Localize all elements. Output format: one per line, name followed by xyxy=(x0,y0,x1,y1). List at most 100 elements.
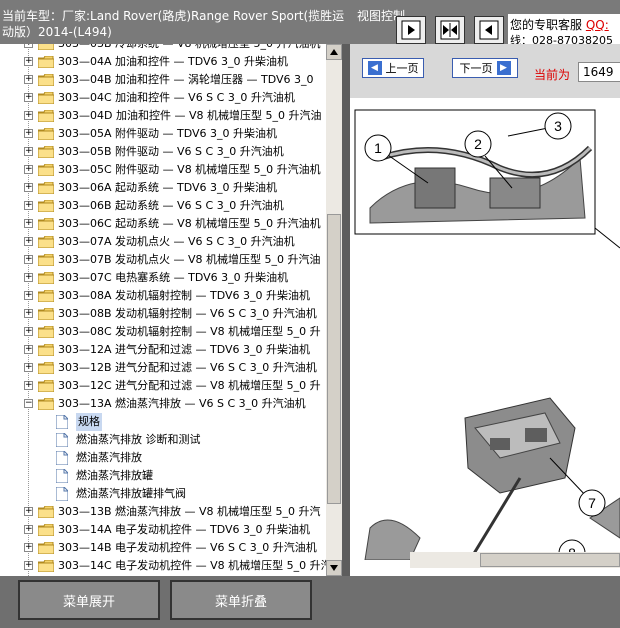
tree-folder-item[interactable]: +303—07A 发动机点火 — V6 S C 3_0 升汽油机 xyxy=(0,233,326,251)
expand-icon[interactable]: + xyxy=(24,309,33,318)
tree-folder-item[interactable]: +303—08C 发动机辐射控制 — V8 机械增压型 5_0 升 xyxy=(0,323,326,341)
expand-icon[interactable]: + xyxy=(24,255,33,264)
tree-item-label: 303—14A 电子发动机控件 — TDV6 3_0 升柴油机 xyxy=(58,523,311,536)
expand-icon[interactable]: + xyxy=(24,111,33,120)
expand-icon[interactable]: + xyxy=(24,165,33,174)
tree-doc-item[interactable]: 燃油蒸汽排放 诊断和测试 xyxy=(0,431,326,449)
document-icon xyxy=(56,487,68,501)
folder-icon xyxy=(38,44,54,50)
tree-folder-item[interactable]: +303—07C 电热塞系统 — TDV6 3_0 升柴油机 xyxy=(0,269,326,287)
tree-doc-item[interactable]: 燃油蒸汽排放罐 xyxy=(0,467,326,485)
document-icon xyxy=(56,451,68,465)
arrow-right-boxed-icon xyxy=(401,20,421,40)
expand-icon[interactable]: + xyxy=(24,543,33,552)
tree-folder-item[interactable]: +303—05B 附件驱动 — V6 S C 3_0 升汽油机 xyxy=(0,143,326,161)
prev-view-button[interactable] xyxy=(474,16,504,44)
horizontal-scrollbar[interactable] xyxy=(410,552,620,568)
tree-item-label: 303—07B 发动机点火 — V8 机械增压型 5_0 升汽油 xyxy=(58,253,321,266)
folder-icon xyxy=(38,542,54,554)
next-page-button[interactable]: 下一页 ▶ xyxy=(452,58,518,78)
scroll-down-arrow-icon[interactable] xyxy=(326,560,342,576)
page-number-input[interactable] xyxy=(578,62,620,82)
folder-icon xyxy=(38,506,54,518)
expand-icon[interactable]: + xyxy=(24,183,33,192)
expand-icon[interactable]: + xyxy=(24,75,33,84)
top-header: 当前车型：厂家:Land Rover(路虎)Range Rover Sport(… xyxy=(0,0,620,44)
folder-icon xyxy=(38,128,54,140)
expand-icon[interactable]: + xyxy=(24,147,33,156)
folder-icon xyxy=(38,74,54,86)
expand-icon[interactable]: + xyxy=(24,507,33,516)
folder-icon xyxy=(38,164,54,176)
folder-icon xyxy=(38,218,54,230)
folder-icon xyxy=(38,182,54,194)
panel-divider[interactable] xyxy=(342,44,350,576)
expand-icon[interactable]: + xyxy=(24,561,33,570)
expand-icon[interactable]: + xyxy=(24,381,33,390)
tree-folder-item[interactable]: +303—05A 附件驱动 — TDV6 3_0 升柴油机 xyxy=(0,125,326,143)
expand-icon[interactable]: + xyxy=(24,237,33,246)
triangle-left-icon: ◀ xyxy=(367,61,382,75)
tree-doc-item[interactable]: 燃油蒸汽排放 xyxy=(0,449,326,467)
expand-icon[interactable]: + xyxy=(24,291,33,300)
expand-icon[interactable]: + xyxy=(24,327,33,336)
tree-folder-item[interactable]: +303—06A 起动系统 — TDV6 3_0 升柴油机 xyxy=(0,179,326,197)
prev-page-button[interactable]: ◀ 上一页 xyxy=(362,58,424,78)
tree-folder-item[interactable]: +303—04D 加油和控件 — V8 机械增压型 5_0 升汽油 xyxy=(0,107,326,125)
tree-folder-item[interactable]: +303—08B 发动机辐射控制 — V6 S C 3_0 升汽油机 xyxy=(0,305,326,323)
tree-folder-item[interactable]: − 303—13A 燃油蒸汽排放 — V6 S C 3_0 升汽油机 xyxy=(0,395,326,413)
fit-view-button[interactable] xyxy=(435,16,465,44)
collapse-icon[interactable]: − xyxy=(24,399,33,408)
expand-icon[interactable]: + xyxy=(24,273,33,282)
tree-folder-item[interactable]: +303—12B 进气分配和过滤 — V6 S C 3_0 升汽油机 xyxy=(0,359,326,377)
current-page-label: 当前为 xyxy=(534,68,571,82)
expand-icon[interactable]: + xyxy=(24,93,33,102)
expand-icon[interactable]: + xyxy=(24,363,33,372)
document-icon xyxy=(56,469,68,483)
tree-doc-item[interactable]: 规格 xyxy=(0,413,326,431)
folder-icon xyxy=(38,92,54,104)
tree-item-label: 303—04A 加油和控件 — TDV6 3_0 升柴油机 xyxy=(58,55,289,68)
tree-item-label: 303—06B 起动系统 — V6 S C 3_0 升汽油机 xyxy=(58,199,284,212)
document-icon xyxy=(56,415,68,429)
tree-folder-item[interactable]: +303—14B 电子发动机控件 — V6 S C 3_0 升汽油机 xyxy=(0,539,326,557)
collapse-menu-button[interactable]: 菜单折叠 xyxy=(170,580,312,620)
tree-item-label: 303—08B 发动机辐射控制 — V6 S C 3_0 升汽油机 xyxy=(58,307,317,320)
expand-icon[interactable]: + xyxy=(24,57,33,66)
qq-link[interactable]: QQ: xyxy=(586,18,609,32)
next-view-button[interactable] xyxy=(396,16,426,44)
tree-item-label: 燃油蒸汽排放罐 xyxy=(76,469,153,482)
tree-folder-item[interactable]: +303—12C 进气分配和过滤 — V8 机械增压型 5_0 升 xyxy=(0,377,326,395)
folder-icon xyxy=(38,146,54,158)
expand-icon[interactable]: + xyxy=(24,219,33,228)
expand-icon[interactable]: + xyxy=(24,525,33,534)
tree-scrollbar[interactable] xyxy=(326,44,342,576)
scroll-up-arrow-icon[interactable] xyxy=(326,44,342,60)
tree-doc-item[interactable]: 燃油蒸汽排放罐排气阀 xyxy=(0,485,326,503)
tree-folder-item[interactable]: +303—05C 附件驱动 — V8 机械增压型 5_0 升汽油机 xyxy=(0,161,326,179)
horizontal-scroll-thumb[interactable] xyxy=(480,553,620,567)
tree-folder-item[interactable]: +303—04C 加油和控件 — V6 S C 3_0 升汽油机 xyxy=(0,89,326,107)
tree-folder-item[interactable]: +303—06C 起动系统 — V8 机械增压型 5_0 升汽油机 xyxy=(0,215,326,233)
tree-folder-item[interactable]: +303—08A 发动机辐射控制 — TDV6 3_0 升柴油机 xyxy=(0,287,326,305)
tree-folder-item[interactable]: +303—12A 进气分配和过滤 — TDV6 3_0 升柴油机 xyxy=(0,341,326,359)
expand-menu-button[interactable]: 菜单展开 xyxy=(18,580,160,620)
tree-folder-item[interactable]: +303—04B 加油和控件 — 涡轮增压器 — TDV6 3_0 xyxy=(0,71,326,89)
expand-icon[interactable]: + xyxy=(24,345,33,354)
expand-icon[interactable]: + xyxy=(24,201,33,210)
tree-folder-item[interactable]: +303—03B 冷却系统 — V8 机械增压型 5_0 升汽油机 xyxy=(0,44,326,53)
svg-text:1: 1 xyxy=(374,140,382,156)
tree-folder-item[interactable]: +303—07B 发动机点火 — V8 机械增压型 5_0 升汽油 xyxy=(0,251,326,269)
expand-icon[interactable]: + xyxy=(24,129,33,138)
tree-folder-item[interactable]: +303—14C 电子发动机控件 — V8 机械增压型 5_0 升汽 xyxy=(0,557,332,575)
folder-icon xyxy=(38,56,54,68)
tree-item-label: 303—05B 附件驱动 — V6 S C 3_0 升汽油机 xyxy=(58,145,284,158)
tree-item-label: 303—13A 燃油蒸汽排放 — V6 S C 3_0 升汽油机 xyxy=(58,397,306,410)
tree-folder-item[interactable]: +303—14A 电子发动机控件 — TDV6 3_0 升柴油机 xyxy=(0,521,326,539)
tree-folder-item[interactable]: +303—13B 燃油蒸汽排放 — V8 机械增压型 5_0 升汽 xyxy=(0,503,326,521)
tree-folder-item[interactable]: +303—06B 起动系统 — V6 S C 3_0 升汽油机 xyxy=(0,197,326,215)
expand-icon[interactable]: + xyxy=(24,44,33,48)
scroll-thumb[interactable] xyxy=(327,214,341,504)
tree-item-label: 303—12B 进气分配和过滤 — V6 S C 3_0 升汽油机 xyxy=(58,361,317,374)
tree-folder-item[interactable]: +303—04A 加油和控件 — TDV6 3_0 升柴油机 xyxy=(0,53,326,71)
